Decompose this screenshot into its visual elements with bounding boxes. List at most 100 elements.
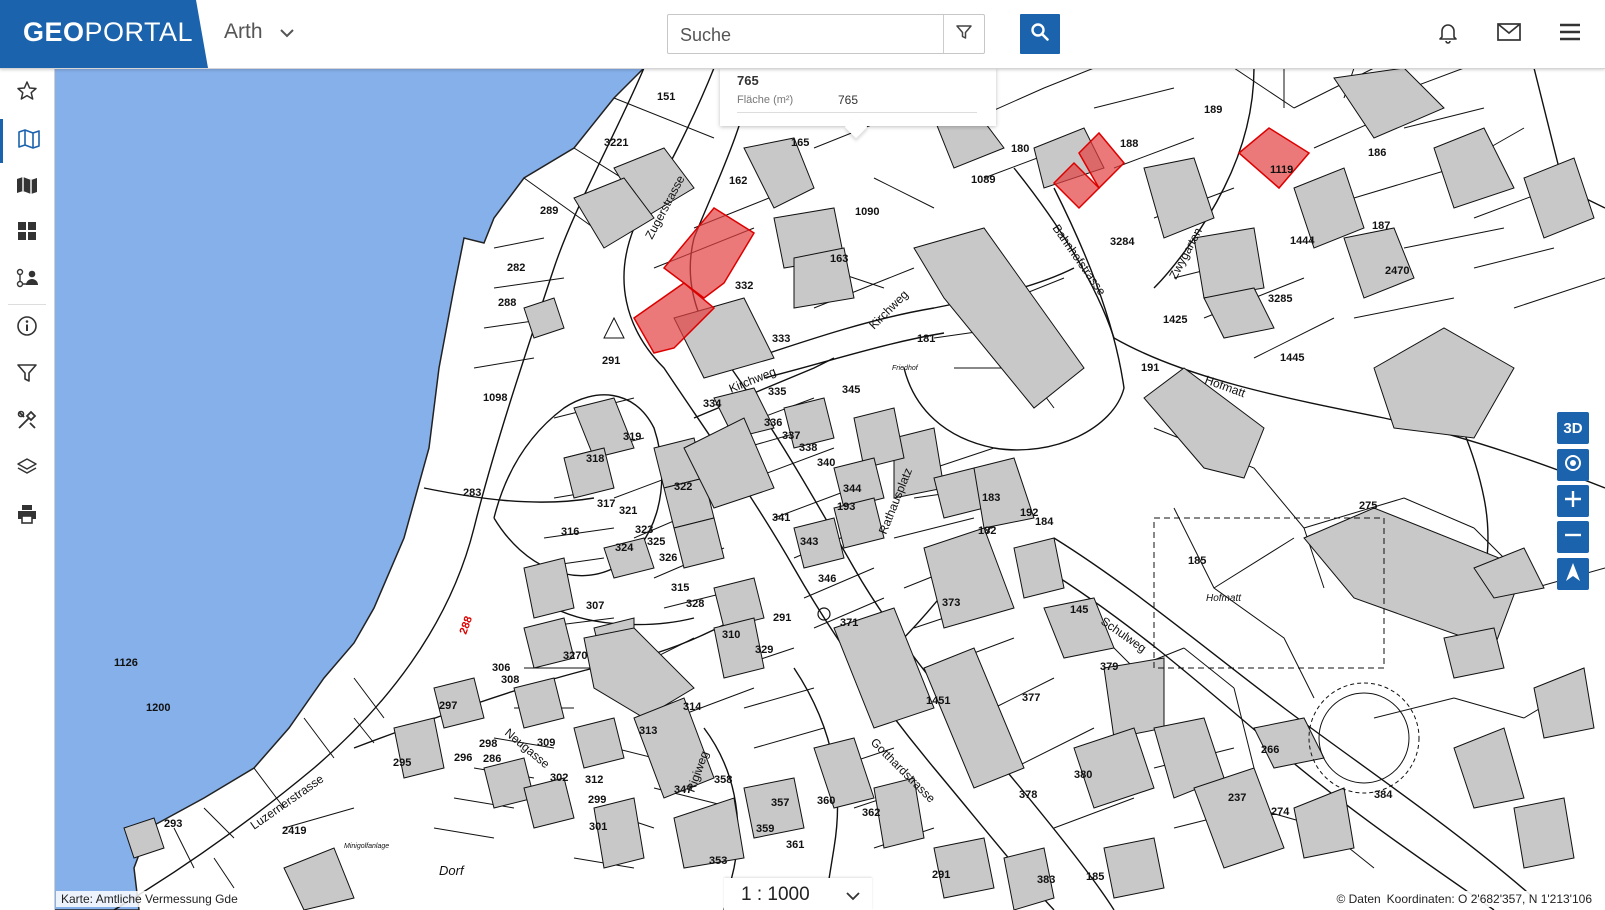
messages-button[interactable] [1495, 20, 1523, 48]
map-catalog-button[interactable] [0, 165, 54, 209]
parcel-label: 338 [799, 442, 817, 454]
parcel-label: 145 [1070, 604, 1088, 616]
parcel-label: 361 [786, 839, 804, 851]
map-attribution: Karte: Amtliche Vermessung Gde [56, 891, 243, 907]
minus-icon [1563, 525, 1583, 550]
parcel-label: 384 [1374, 789, 1393, 801]
parcel-label: 182 [978, 525, 996, 537]
parcel-label: 307 [586, 600, 604, 612]
parcel-label: 1200 [146, 702, 170, 714]
info-icon [16, 315, 38, 342]
map-canvas[interactable]: 151 165 180 189 186 188 1119 3221 289 162 1090 1089… [54, 68, 1605, 910]
parcel-label: 3285 [1268, 293, 1292, 305]
logo-text-geo: GEO [23, 17, 85, 47]
star-icon [16, 80, 38, 107]
building [923, 527, 1015, 629]
parcel-label: 187 [1372, 220, 1390, 232]
parcel-label: 296 [454, 752, 472, 764]
building [1193, 767, 1285, 869]
locate-button[interactable] [1557, 449, 1589, 481]
filter-icon [16, 362, 38, 389]
search-input[interactable] [678, 21, 952, 49]
parcel-label: 332 [735, 280, 753, 292]
maps-button[interactable] [0, 119, 54, 163]
parcel-label: 310 [722, 629, 740, 641]
building [393, 717, 445, 779]
highlighted-parcel [1237, 127, 1311, 190]
parcel-label: 319 [623, 431, 641, 443]
zoom-out-button[interactable] [1557, 521, 1589, 553]
search-filter-button[interactable] [943, 15, 984, 53]
parcel-label: 293 [164, 818, 182, 830]
parcel-label: 318 [586, 453, 604, 465]
parcel-label: 163 [830, 253, 848, 265]
north-arrow-button[interactable] [1557, 558, 1589, 590]
notifications-button[interactable] [1434, 20, 1462, 48]
building [1333, 68, 1445, 139]
parcel-label: 315 [671, 582, 689, 594]
municipality-selector[interactable]: Arth [224, 20, 295, 44]
info-button[interactable] [0, 306, 54, 350]
building [633, 697, 715, 799]
parcel-label: 306 [492, 662, 510, 674]
layers-button[interactable] [0, 447, 54, 491]
parcel-label: 378 [1019, 789, 1037, 801]
cadastral-map[interactable]: 151 165 180 189 186 188 1119 3221 289 162 1090 1089… [54, 68, 1605, 910]
main-menu-button[interactable] [1556, 20, 1584, 48]
parcel-label: 343 [800, 536, 818, 548]
toggle-3d-button[interactable]: 3D [1557, 412, 1589, 444]
parcel-label: 1126 [114, 657, 138, 669]
printer-icon [16, 503, 38, 530]
parcel-info-popup[interactable]: 765 Fläche (m²) 765 [720, 68, 996, 139]
tools-icon [16, 409, 38, 436]
favorites-button[interactable] [0, 71, 54, 115]
parcel-label: 336 [764, 417, 782, 429]
zoom-in-button[interactable] [1557, 485, 1589, 517]
parcel-label: 324 [615, 542, 634, 554]
parcel-label: 373 [942, 597, 960, 609]
parcel-label: 371 [840, 617, 858, 629]
building [1013, 537, 1065, 599]
building [523, 557, 575, 619]
popup-area-value: 765 [838, 93, 859, 107]
chevron-down-icon [846, 888, 860, 906]
search-button[interactable] [1020, 14, 1060, 54]
chevron-down-icon [280, 20, 295, 44]
parcel-label: 308 [501, 674, 519, 686]
parcel-label: 337 [782, 430, 800, 442]
parcel-label: 345 [842, 384, 860, 396]
popup-area-label: Fläche (m²) [737, 94, 794, 106]
search-box [667, 14, 985, 54]
mail-icon [1496, 22, 1522, 47]
parcel-label: 1451 [926, 695, 950, 707]
grid-icon [16, 220, 38, 247]
scale-selector[interactable]: 1 : 1000 [724, 878, 872, 910]
user-network-icon [15, 267, 39, 294]
top-bar: GEOPORTAL Arth [0, 0, 1605, 69]
building [1143, 157, 1215, 239]
parcel-label: 237 [1228, 792, 1246, 804]
parcel-label: 289 [540, 205, 558, 217]
parcel-label: 358 [714, 774, 732, 786]
geoportal-logo[interactable]: GEOPORTAL [0, 0, 208, 68]
building [913, 227, 1085, 409]
filter-button[interactable] [0, 353, 54, 397]
parcel-label: 329 [755, 644, 773, 656]
data-sources-link[interactable]: © Daten [1336, 892, 1380, 906]
contacts-button[interactable] [0, 258, 54, 302]
dashboard-button[interactable] [0, 211, 54, 255]
parcel-label: 291 [773, 612, 791, 624]
building [1203, 287, 1275, 339]
parcel-label-red: 288 [458, 615, 476, 636]
parcel-label: 313 [639, 725, 657, 737]
building [483, 757, 535, 809]
parcel-label: 193 [837, 501, 855, 513]
parcel-label: 317 [597, 498, 615, 510]
print-button[interactable] [0, 494, 54, 538]
parcel-label: 3270 [563, 650, 587, 662]
parcel-label: 185 [1086, 871, 1104, 883]
tools-button[interactable] [0, 400, 54, 444]
search-icon [1030, 22, 1050, 47]
locality-label-dorf: Dorf [439, 863, 465, 878]
building [523, 777, 575, 829]
